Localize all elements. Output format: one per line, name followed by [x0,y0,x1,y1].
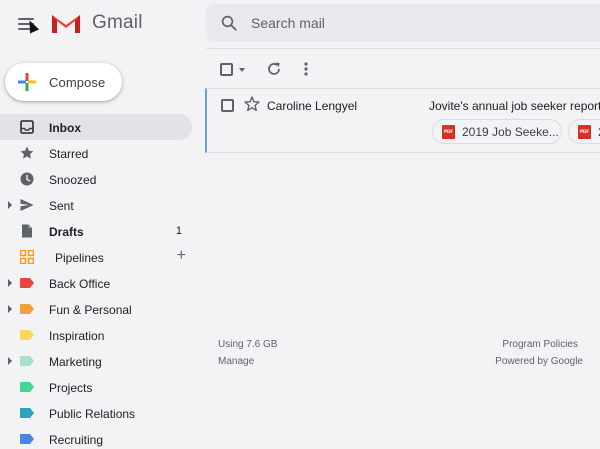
label-icon [20,382,34,392]
star-icon [20,146,34,159]
sidebar-item-label: Projects [49,381,93,395]
search-icon[interactable] [220,14,238,32]
sidebar-item-label: Drafts [49,225,84,239]
email-select-checkbox[interactable] [221,99,234,112]
email-sender: Caroline Lengyel [267,99,358,113]
sidebar-item-label: Recruiting [49,433,104,447]
sidebar-item-label: Pipelines [55,251,104,265]
sidebar-item-label: Back Office [49,277,111,291]
select-options-chevron-down-icon[interactable] [239,68,245,72]
sidebar-item-label: Public Relations [49,407,136,421]
draft-icon [22,224,32,238]
program-policies-link[interactable]: Program Policies [502,339,578,350]
sidebar-item-recruiting[interactable]: Recruiting [0,426,192,449]
sidebar-item-public-relations[interactable]: Public Relations [0,400,192,426]
expand-caret-icon[interactable] [8,305,12,313]
drafts-count: 1 [175,225,182,237]
sidebar-item-marketing[interactable]: Marketing [0,348,192,374]
sidebar-item-pipelines[interactable]: Pipelines + [0,244,192,270]
attachment-name: 2019 Job Seeke... [462,125,559,139]
clock-icon [20,172,34,186]
sidebar-item-label: Marketing [49,355,102,369]
email-subject: Jovite's annual job seeker report [429,99,600,113]
pdf-icon: PDF [442,125,455,139]
label-icon [20,408,34,418]
sidebar: Inbox Starred Snoozed Sent Drafts 1 Pipe… [0,114,200,449]
grid-icon [20,250,34,264]
sidebar-item-label: Starred [49,147,89,161]
app-name: Gmail [92,12,143,33]
label-icon [20,278,34,288]
search-bar[interactable]: Search mail [206,4,600,42]
storage-usage: Using 7.6 GB [218,339,278,350]
refresh-icon[interactable] [266,61,282,77]
top-header: Gmail Search mail [0,0,600,49]
sidebar-item-fun-personal[interactable]: Fun & Personal [0,296,192,322]
mail-toolbar [206,56,600,84]
compose-button[interactable]: Compose [5,63,122,101]
label-icon [20,356,34,366]
sidebar-item-label: Fun & Personal [49,303,132,317]
sidebar-item-drafts[interactable]: Drafts 1 [0,218,192,244]
header-divider [206,48,600,49]
label-icon [20,434,34,444]
compose-label: Compose [49,75,106,90]
star-toggle-icon[interactable] [244,96,260,112]
label-icon [20,304,34,314]
sidebar-item-label: Inspiration [49,329,105,343]
expand-caret-icon[interactable] [8,201,12,209]
sidebar-item-back-office[interactable]: Back Office [0,270,192,296]
attachment-chip[interactable]: PDF 2 [568,119,600,144]
sidebar-item-sent[interactable]: Sent [0,192,192,218]
sidebar-item-label: Snoozed [49,173,97,187]
expand-caret-icon[interactable] [8,357,12,365]
sidebar-item-starred[interactable]: Starred [0,140,192,166]
expand-caret-icon[interactable] [8,279,12,287]
search-input[interactable]: Search mail [251,15,325,31]
sidebar-item-snoozed[interactable]: Snoozed [0,166,192,192]
attachment-chip[interactable]: PDF 2019 Job Seeke... [432,119,562,144]
select-all-checkbox[interactable] [220,63,233,76]
more-options-icon[interactable] [303,61,309,77]
sidebar-item-projects[interactable]: Projects [0,374,192,400]
inbox-icon [20,120,34,134]
send-icon [20,199,34,211]
compose-plus-icon [18,73,36,91]
sidebar-item-label: Inbox [49,121,81,135]
manage-storage-link[interactable]: Manage [218,356,254,367]
label-icon [20,330,34,340]
email-row[interactable]: Caroline Lengyel Jovite's annual job see… [205,88,600,153]
powered-by-text: Powered by Google [495,356,583,367]
pdf-icon: PDF [578,125,591,139]
sidebar-item-inspiration[interactable]: Inspiration [0,322,192,348]
sidebar-item-label: Sent [49,199,74,213]
gmail-logo-icon[interactable] [50,11,82,35]
add-pipeline-icon[interactable]: + [177,247,186,265]
sidebar-item-inbox[interactable]: Inbox [0,114,192,140]
